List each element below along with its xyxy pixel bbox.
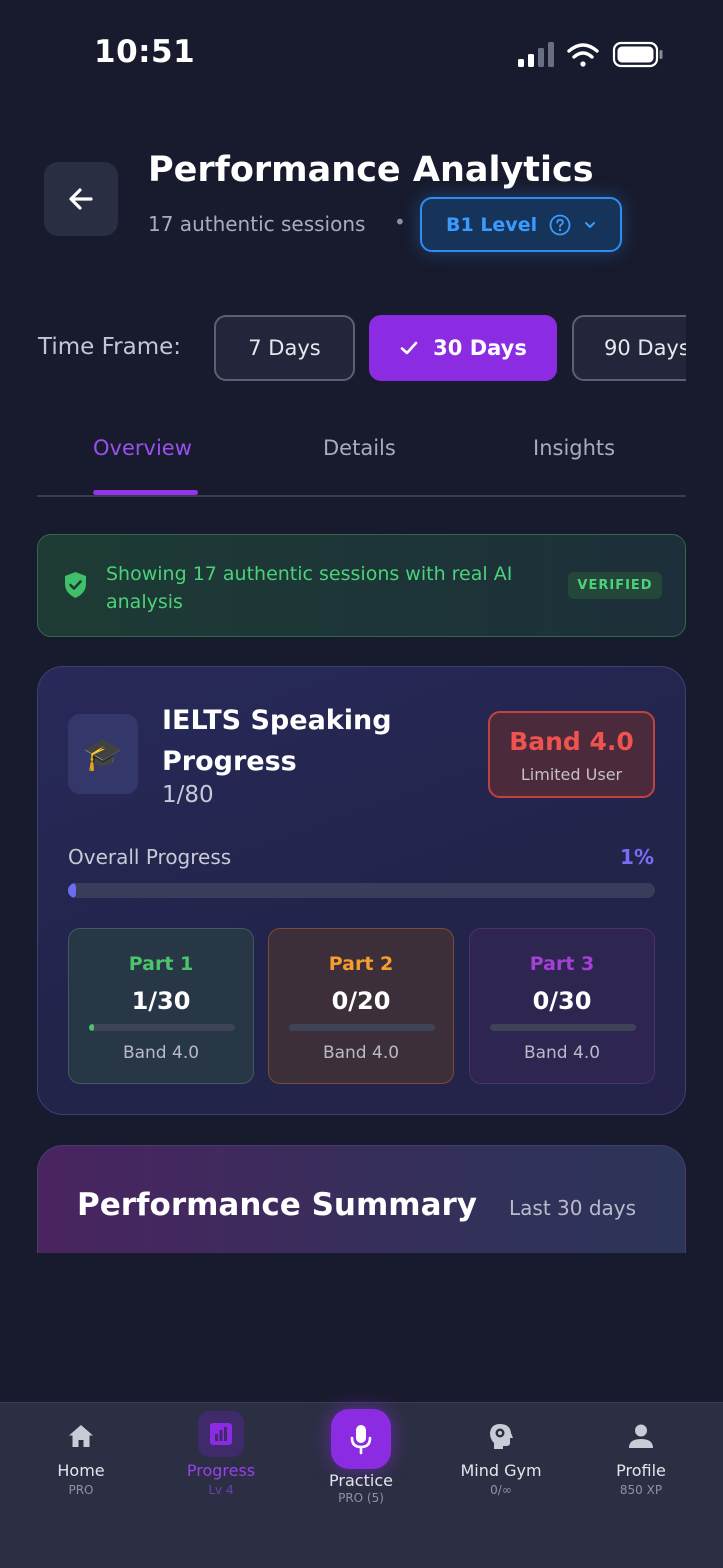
chart-icon [210, 1423, 232, 1445]
tab-details[interactable]: Details [323, 436, 396, 460]
part-3-card[interactable]: Part 3 0/30 Band 4.0 [469, 928, 655, 1084]
tab-overview[interactable]: Overview [93, 436, 192, 460]
nav-progress[interactable]: Progress Lv 4 [151, 1403, 291, 1513]
band-description: Limited User [520, 765, 623, 784]
overall-progress-label: Overall Progress [68, 845, 232, 869]
part-name: Part 3 [529, 953, 595, 975]
part-band: Band 4.0 [322, 1043, 400, 1063]
check-icon [400, 341, 418, 355]
graduation-cap-icon: 🎓 [68, 714, 138, 794]
overall-progress-percent: 1% [620, 845, 654, 869]
part-band: Band 4.0 [122, 1043, 200, 1063]
wifi-icon [567, 43, 599, 67]
part-progress-bar [490, 1024, 636, 1031]
tab-insights[interactable]: Insights [533, 436, 615, 460]
part-score: 0/20 [331, 987, 391, 1015]
status-time: 10:51 [94, 34, 196, 70]
nav-home[interactable]: Home PRO [11, 1403, 151, 1513]
tab-active-indicator [93, 490, 198, 495]
part-progress-bar [89, 1024, 235, 1031]
level-dropdown[interactable]: B1 Level [420, 197, 622, 252]
part-name: Part 1 [128, 953, 194, 975]
verified-badge: VERIFIED [568, 572, 662, 599]
back-button[interactable] [44, 162, 118, 236]
brain-icon [490, 1424, 513, 1449]
part-name: Part 2 [328, 953, 394, 975]
summary-range: Last 30 days [509, 1196, 637, 1220]
ielts-title: IELTS Speaking Progress [162, 705, 392, 777]
home-icon [69, 1425, 93, 1447]
help-circle-icon[interactable] [549, 214, 571, 236]
overall-progress-bar [68, 883, 655, 898]
nav-mind-gym[interactable]: Mind Gym 0/∞ [431, 1403, 571, 1513]
part-band: Band 4.0 [523, 1043, 601, 1063]
shield-check-icon [65, 572, 86, 598]
signal-icon [518, 42, 554, 67]
part-score: 0/30 [532, 987, 592, 1015]
chevron-down-icon [585, 221, 596, 228]
time-frame-7-days[interactable]: 7 Days [214, 315, 355, 381]
battery-icon [612, 41, 663, 68]
sessions-count: 17 authentic sessions [148, 212, 366, 236]
part-2-card[interactable]: Part 2 0/20 Band 4.0 [268, 928, 454, 1084]
status-icons [518, 41, 663, 68]
tab-divider [37, 495, 686, 497]
part-1-card[interactable]: Part 1 1/30 Band 4.0 [68, 928, 254, 1084]
page-title: Performance Analytics [148, 150, 594, 190]
part-progress-fill [89, 1024, 94, 1031]
verified-message: Showing 17 authentic sessions with real … [106, 563, 513, 613]
summary-title: Performance Summary [77, 1187, 478, 1223]
bottom-nav: Home PRO Progress Lv 4 Practice PRO (5) [0, 1402, 723, 1568]
microphone-icon [350, 1425, 372, 1455]
time-frame-selector: 7 Days 30 Days 90 Days [214, 315, 686, 381]
user-icon [629, 1424, 653, 1448]
part-progress-bar [289, 1024, 435, 1031]
band-score-badge: Band 4.0 Limited User [488, 711, 655, 798]
nav-profile[interactable]: Profile 850 XP [571, 1403, 711, 1513]
arrow-left-icon [69, 188, 93, 210]
time-frame-label: Time Frame: [38, 334, 182, 360]
nav-practice[interactable]: Practice PRO (5) [291, 1403, 431, 1513]
part-score: 1/30 [131, 987, 191, 1015]
band-score: Band 4.0 [509, 727, 634, 756]
ielts-session-count: 1/80 [162, 782, 214, 808]
separator-dot: • [394, 210, 406, 234]
level-label: B1 Level [446, 213, 538, 236]
time-frame-30-days[interactable]: 30 Days [369, 315, 557, 381]
time-frame-90-days[interactable]: 90 Days [572, 315, 686, 381]
